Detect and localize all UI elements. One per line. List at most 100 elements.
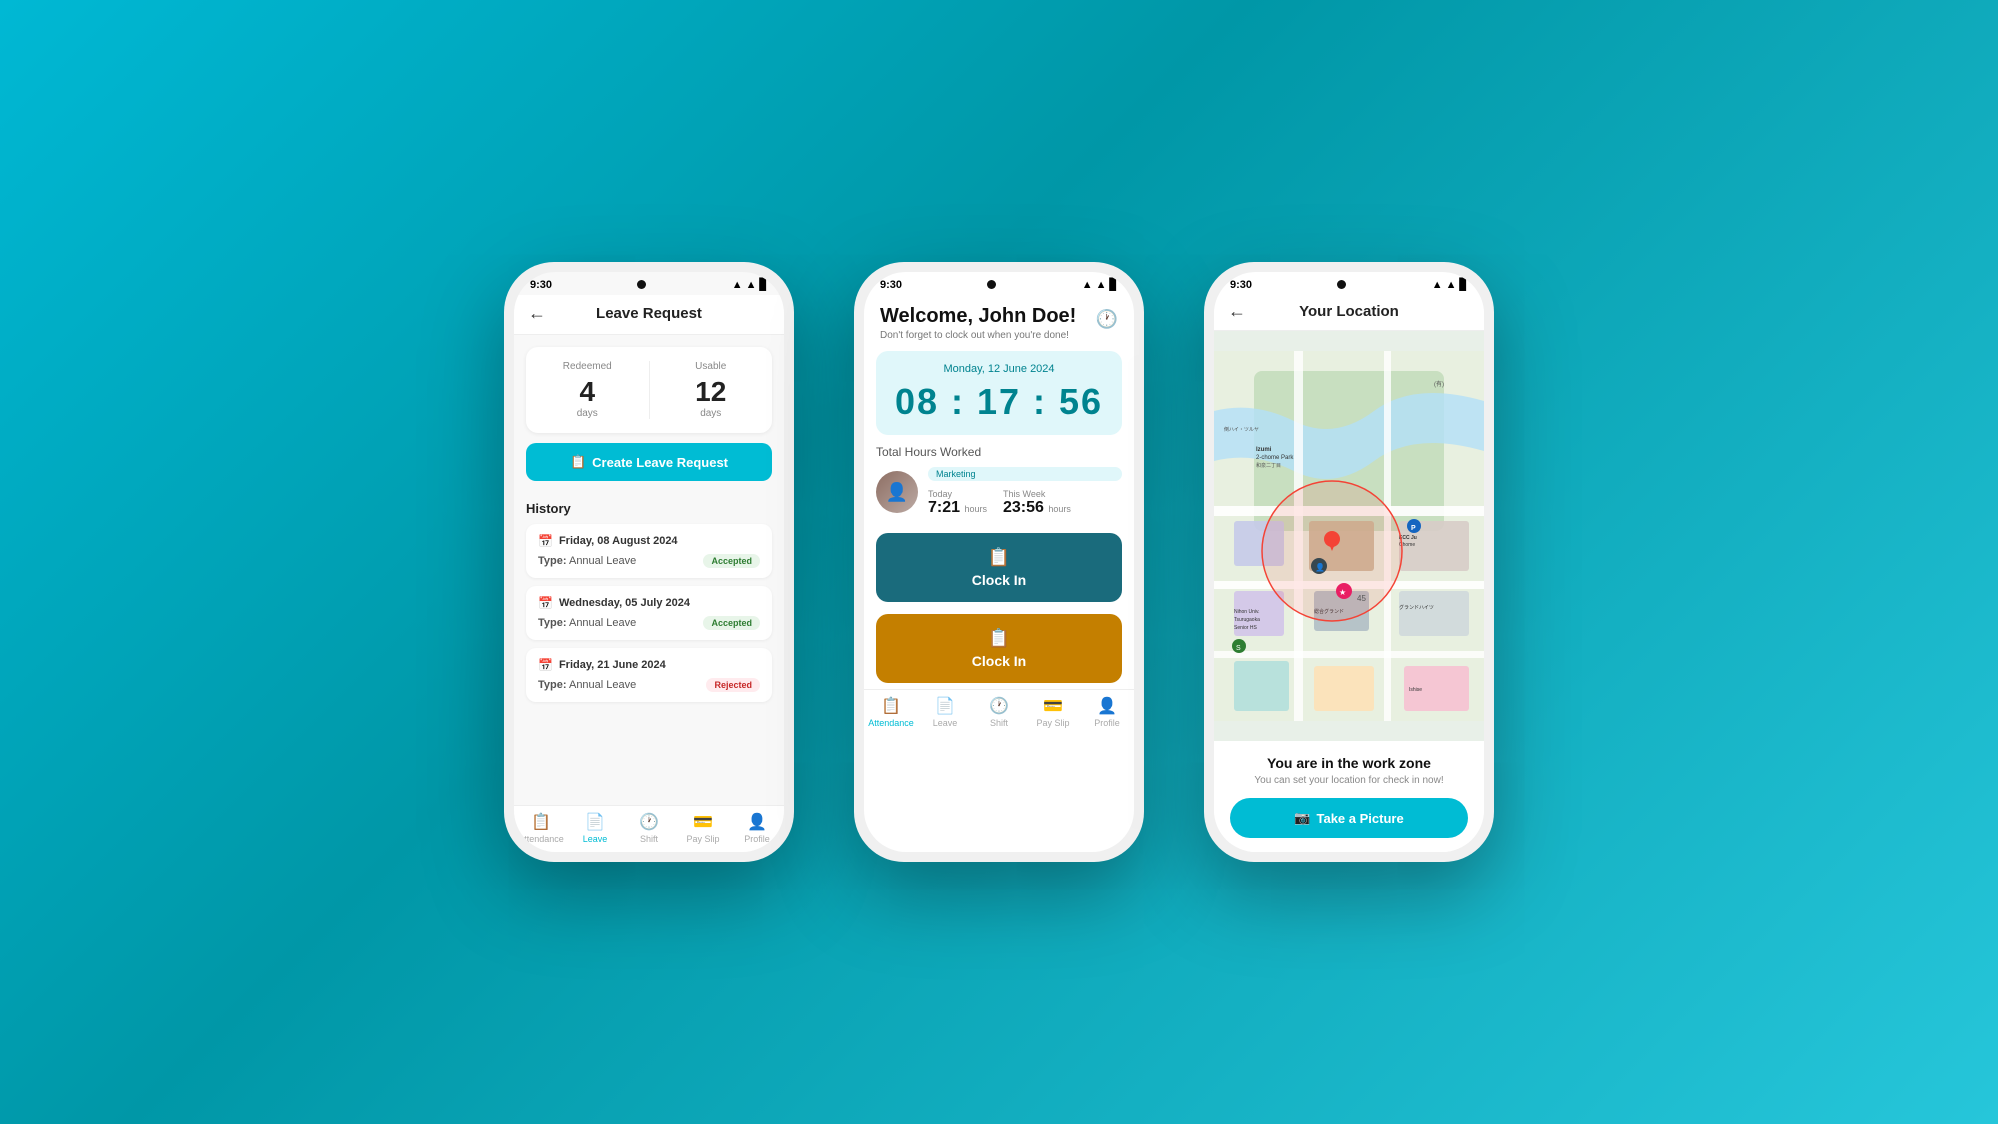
clock-time: 08 : 17 : 56 <box>888 381 1110 423</box>
svg-text:Ishise: Ishise <box>1409 687 1422 693</box>
redeemed-unit: days <box>526 408 649 419</box>
history-type-3: Type: Annual Leave <box>538 679 636 691</box>
take-picture-label: Take a Picture <box>1316 811 1403 826</box>
date-label: Monday, 12 June 2024 <box>888 363 1110 375</box>
page-title: Leave Request <box>596 305 702 322</box>
status-time-r: 9:30 <box>1230 279 1252 291</box>
nav-leave[interactable]: 📄 Leave <box>568 812 622 844</box>
week-value: 23:56 <box>1003 499 1044 516</box>
create-leave-icon: 📋 <box>570 454 586 470</box>
payslip-icon: 💳 <box>693 812 713 832</box>
signal-icon: ▲ <box>732 279 743 291</box>
hours-title: Total Hours Worked <box>876 445 1122 459</box>
nav-attendance-c[interactable]: 📋 Attendance <box>864 696 918 728</box>
redeemed-label: Redeemed <box>526 361 649 372</box>
nav-shift[interactable]: 🕐 Shift <box>622 812 676 844</box>
redeemed-stat: Redeemed 4 days <box>526 361 650 419</box>
attendance-icon: 📋 <box>531 812 551 832</box>
back-button[interactable]: ← <box>528 303 546 324</box>
nav-payslip-c[interactable]: 💳 Pay Slip <box>1026 696 1080 728</box>
map-container[interactable]: Izumi 2-chome Park 和泉二丁目 ECC Ju Chome Ni… <box>1214 331 1484 741</box>
leave-icon-c: 📄 <box>935 696 955 716</box>
nav-shift-label: Shift <box>640 834 658 844</box>
nav-payslip-label: Pay Slip <box>686 834 719 844</box>
nav-shift-label-c: Shift <box>990 718 1008 728</box>
svg-text:Nihon Univ.: Nihon Univ. <box>1234 609 1259 615</box>
status-bar-left: 9:30 ▲ ▲ ▊ <box>514 272 784 295</box>
status-time-c: 9:30 <box>880 279 902 291</box>
nav-attendance[interactable]: 📋 Attendance <box>514 812 568 844</box>
create-leave-button[interactable]: 📋 Create Leave Request <box>526 443 772 481</box>
shift-icon: 🕐 <box>639 812 659 832</box>
leave-stats: Redeemed 4 days Usable 12 days <box>526 347 772 433</box>
payslip-icon-c: 💳 <box>1043 696 1063 716</box>
today-value: 7:21 <box>928 499 960 516</box>
nav-profile[interactable]: 👤 Profile <box>730 812 784 844</box>
svg-text:倒ハイ・ツルヤ: 倒ハイ・ツルヤ <box>1224 426 1259 433</box>
svg-text:和泉二丁目: 和泉二丁目 <box>1256 462 1281 469</box>
location-title: Your Location <box>1299 303 1399 320</box>
welcome-text: Welcome, John Doe! <box>880 305 1076 328</box>
in-zone-sub: You can set your location for check in n… <box>1230 775 1468 786</box>
leave-header: ← Leave Request <box>514 295 784 335</box>
leave-icon: 📄 <box>585 812 605 832</box>
history-date-2: Wednesday, 05 July 2024 <box>559 597 690 609</box>
back-button-r[interactable]: ← <box>1228 301 1246 322</box>
nav-leave-c[interactable]: 📄 Leave <box>918 696 972 728</box>
clock-top: Welcome, John Doe! Don't forget to clock… <box>864 295 1134 351</box>
battery-icon-c: ▊ <box>1110 278 1118 291</box>
attendance-icon-c: 📋 <box>881 696 901 716</box>
dept-badge: Marketing <box>928 467 1122 481</box>
wifi-icon-r: ▲ <box>1446 279 1457 291</box>
week-label: This Week <box>1003 489 1071 499</box>
svg-text:👤: 👤 <box>1315 562 1325 572</box>
history-btn[interactable]: 🕐 <box>1096 309 1118 330</box>
location-bottom: You are in the work zone You can set you… <box>1214 741 1484 852</box>
in-zone-title: You are in the work zone <box>1230 755 1468 771</box>
svg-text:45: 45 <box>1357 594 1366 603</box>
status-badge-1: Accepted <box>703 554 760 568</box>
nav-payslip[interactable]: 💳 Pay Slip <box>676 812 730 844</box>
status-badge-2: Accepted <box>703 616 760 630</box>
calendar-icon-1: 📅 <box>538 534 553 548</box>
avatar-image: 👤 <box>876 471 918 513</box>
usable-unit: days <box>650 408 773 419</box>
redeemed-value: 4 <box>526 376 649 408</box>
history-card-3: 📅 Friday, 21 June 2024 Type: Annual Leav… <box>526 648 772 702</box>
nav-profile-c[interactable]: 👤 Profile <box>1080 696 1134 728</box>
svg-text:★: ★ <box>1339 588 1346 597</box>
history-section: History 📅 Friday, 08 August 2024 Type: A… <box>514 491 784 805</box>
nav-attendance-label-c: Attendance <box>868 718 914 728</box>
svg-text:Senior HS: Senior HS <box>1234 625 1257 631</box>
svg-text:2-chome Park: 2-chome Park <box>1256 455 1294 461</box>
clock-in-button[interactable]: 📋 Clock In <box>876 533 1122 602</box>
history-title: History <box>526 501 772 516</box>
nav-leave-label-c: Leave <box>933 718 958 728</box>
history-type-2: Type: Annual Leave <box>538 617 636 629</box>
wifi-icon: ▲ <box>746 279 757 291</box>
nav-payslip-label-c: Pay Slip <box>1036 718 1069 728</box>
status-bar-center: 9:30 ▲ ▲ ▊ <box>864 272 1134 295</box>
svg-text:S: S <box>1236 645 1241 652</box>
svg-text:グランドハイツ: グランドハイツ <box>1399 604 1434 611</box>
history-date-3: Friday, 21 June 2024 <box>559 659 666 671</box>
nav-profile-label: Profile <box>744 834 770 844</box>
camera-dot-c <box>987 280 996 289</box>
clock-out-button[interactable]: 📋 Clock In <box>876 614 1122 683</box>
week-stat: This Week 23:56 hours <box>1003 489 1071 517</box>
history-date-1: Friday, 08 August 2024 <box>559 535 678 547</box>
location-header: ← Your Location <box>1214 295 1484 331</box>
battery-icon-r: ▊ <box>1460 278 1468 291</box>
calendar-icon-2: 📅 <box>538 596 553 610</box>
nav-leave-label: Leave <box>583 834 608 844</box>
today-stat: Today 7:21 hours <box>928 489 987 517</box>
nav-shift-c[interactable]: 🕐 Shift <box>972 696 1026 728</box>
history-card-1: 📅 Friday, 08 August 2024 Type: Annual Le… <box>526 524 772 578</box>
clock-out-icon: 📋 <box>988 628 1010 649</box>
usable-stat: Usable 12 days <box>650 361 773 419</box>
phones-container: 9:30 ▲ ▲ ▊ ← Leave Request Redeeme <box>504 262 1494 862</box>
usable-value: 12 <box>650 376 773 408</box>
status-time: 9:30 <box>530 279 552 291</box>
profile-icon-c: 👤 <box>1097 696 1117 716</box>
take-picture-button[interactable]: 📷 Take a Picture <box>1230 798 1468 838</box>
